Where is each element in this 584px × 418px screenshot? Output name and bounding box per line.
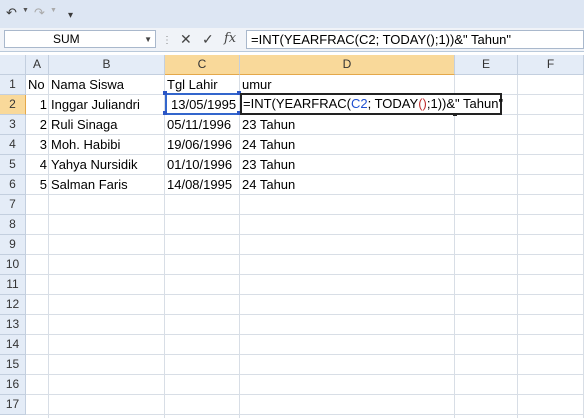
row-header-12[interactable]: 12 bbox=[0, 295, 26, 315]
grid-line bbox=[239, 75, 240, 418]
referenced-cell-c2 bbox=[165, 93, 241, 115]
edit-text-part: ; TODAY bbox=[367, 96, 419, 111]
undo-icon[interactable]: ↶ bbox=[6, 5, 17, 21]
row-header-1[interactable]: 1 bbox=[0, 75, 26, 95]
cell-a2[interactable]: 1 bbox=[26, 95, 47, 115]
row-header-5[interactable]: 5 bbox=[0, 155, 26, 175]
row-header-13[interactable]: 13 bbox=[0, 315, 26, 335]
cell-b5[interactable]: Yahya Nursidik bbox=[51, 155, 137, 175]
cell-b2[interactable]: Inggar Juliandri bbox=[51, 95, 140, 115]
column-header-d[interactable]: D bbox=[240, 55, 455, 75]
row-header-16[interactable]: 16 bbox=[0, 375, 26, 395]
row-header-4[interactable]: 4 bbox=[0, 135, 26, 155]
column-header-b[interactable]: B bbox=[49, 55, 165, 75]
cell-d6[interactable]: 24 Tahun bbox=[242, 175, 295, 195]
cell-a4[interactable]: 3 bbox=[26, 135, 47, 155]
grid-line bbox=[454, 75, 455, 418]
cell-b6[interactable]: Salman Faris bbox=[51, 175, 128, 195]
cell-a3[interactable]: 2 bbox=[26, 115, 47, 135]
row-header-8[interactable]: 8 bbox=[0, 215, 26, 235]
grip-icon: ⋮ bbox=[162, 35, 172, 46]
quick-access-toolbar: ↶ ▼ ↷ ▼ ▾ bbox=[0, 0, 584, 29]
row-header-11[interactable]: 11 bbox=[0, 275, 26, 295]
grid-line bbox=[164, 75, 165, 418]
cell-d5[interactable]: 23 Tahun bbox=[242, 155, 295, 175]
name-box-value: SUM bbox=[53, 32, 80, 46]
cell-a6[interactable]: 5 bbox=[26, 175, 47, 195]
selection-handle[interactable] bbox=[163, 91, 167, 95]
column-header-c[interactable]: C bbox=[165, 55, 240, 75]
chevron-down-icon[interactable]: ▼ bbox=[144, 35, 152, 44]
cell-c1[interactable]: Tgl Lahir bbox=[167, 75, 218, 95]
grid-line bbox=[48, 75, 49, 418]
cell-c5[interactable]: 01/10/1996 bbox=[167, 155, 232, 175]
cell-c6[interactable]: 14/08/1995 bbox=[167, 175, 232, 195]
formula-bar: SUM ▼ ⋮ ✕ ✓ fx =INT(YEARFRAC(C2; TODAY()… bbox=[0, 28, 584, 52]
grid-line bbox=[517, 75, 518, 418]
fx-icon[interactable]: fx bbox=[224, 31, 236, 47]
row-header-9[interactable]: 9 bbox=[0, 235, 26, 255]
select-all-corner[interactable] bbox=[0, 55, 26, 75]
fill-handle[interactable] bbox=[453, 113, 457, 116]
row-header-17[interactable]: 17 bbox=[0, 395, 26, 415]
cell-c4[interactable]: 19/06/1996 bbox=[167, 135, 232, 155]
cell-a5[interactable]: 4 bbox=[26, 155, 47, 175]
selection-handle[interactable] bbox=[163, 111, 167, 115]
cell-d4[interactable]: 24 Tahun bbox=[242, 135, 295, 155]
cell-d2-editor[interactable]: =INT(YEARFRAC(C2; TODAY();1))&" Tahun" bbox=[240, 93, 503, 115]
row-header-10[interactable]: 10 bbox=[0, 255, 26, 275]
cell-d2-edit-text: =INT(YEARFRAC(C2; TODAY();1))&" Tahun" bbox=[243, 96, 503, 111]
cell-a1[interactable]: No bbox=[28, 75, 45, 95]
cell-c3[interactable]: 05/11/1996 bbox=[167, 115, 231, 135]
customize-icon[interactable]: ▾ bbox=[68, 8, 73, 24]
column-header-a[interactable]: A bbox=[26, 55, 49, 75]
cell-d3[interactable]: 23 Tahun bbox=[242, 115, 295, 135]
cancel-icon[interactable]: ✕ bbox=[180, 31, 192, 47]
row-header-14[interactable]: 14 bbox=[0, 335, 26, 355]
row-header-6[interactable]: 6 bbox=[0, 175, 26, 195]
redo-icon[interactable]: ↷ bbox=[34, 5, 45, 21]
redo-dropdown-icon[interactable]: ▼ bbox=[50, 7, 57, 14]
edit-text-part: ;1))&" Tahun" bbox=[426, 96, 504, 111]
row-header-7[interactable]: 7 bbox=[0, 195, 26, 215]
name-box[interactable]: SUM ▼ bbox=[4, 30, 156, 48]
cell-b3[interactable]: Ruli Sinaga bbox=[51, 115, 118, 135]
row-header-3[interactable]: 3 bbox=[0, 115, 26, 135]
formula-text: =INT(YEARFRAC(C2; TODAY();1))&" Tahun" bbox=[251, 32, 512, 47]
cell-b4[interactable]: Moh. Habibi bbox=[51, 135, 120, 155]
column-header-e[interactable]: E bbox=[455, 55, 518, 75]
edit-text-part: =INT(YEARFRAC( bbox=[243, 96, 351, 111]
formula-input[interactable]: =INT(YEARFRAC(C2; TODAY();1))&" Tahun" bbox=[246, 30, 584, 49]
column-header-f[interactable]: F bbox=[518, 55, 584, 75]
check-icon[interactable]: ✓ bbox=[202, 31, 214, 47]
undo-dropdown-icon[interactable]: ▼ bbox=[22, 7, 29, 14]
edit-ref-c2: C2 bbox=[350, 96, 368, 111]
row-header-15[interactable]: 15 bbox=[0, 355, 26, 375]
row-header-2[interactable]: 2 bbox=[0, 95, 26, 115]
cell-d1[interactable]: umur bbox=[242, 75, 272, 95]
cell-b1[interactable]: Nama Siswa bbox=[51, 75, 124, 95]
